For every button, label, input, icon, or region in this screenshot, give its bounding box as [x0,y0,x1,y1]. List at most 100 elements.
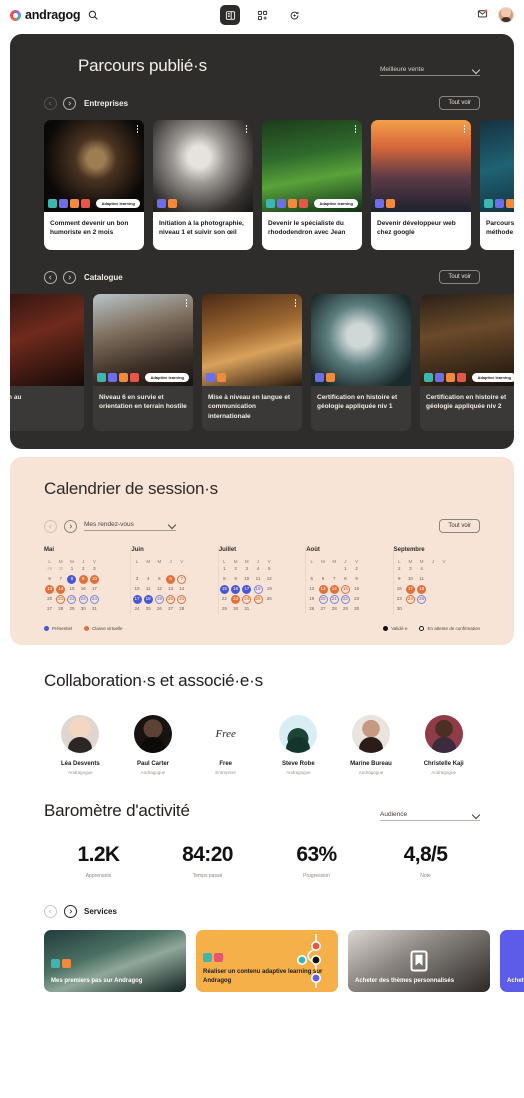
sort-select[interactable]: Meilleure vente [380,66,480,76]
calendar-day[interactable]: 31 [241,604,252,614]
see-all-entreprises[interactable]: Tout voir [439,96,480,110]
list-item[interactable]: Steve Robe Andragogue [262,715,335,775]
calendar-day[interactable]: 22 [66,594,77,604]
list-item[interactable]: Paul Carter Andragogue [117,715,190,775]
calendar-day[interactable]: 29 [340,604,351,614]
calendar-day[interactable]: 23 [230,594,241,604]
calendar-day[interactable]: 19 [264,584,275,594]
calendar-day[interactable]: 17 [241,584,252,594]
calendar-day[interactable]: 30 [55,564,66,574]
calendar-day[interactable]: 15 [340,584,351,594]
calendar-day[interactable]: 20 [317,594,328,604]
prev-arrow-entreprises[interactable] [44,96,57,110]
calendar-day[interactable]: 27 [44,604,55,614]
more-options-icon[interactable] [245,125,247,133]
calendar-day[interactable]: 16 [394,584,405,594]
course-card[interactable]: Adaptive learning Certification en histo… [420,294,514,432]
calendar-day[interactable]: 6 [165,574,176,584]
calendar-day[interactable]: 18 [143,594,154,604]
calendar-day[interactable]: 8 [340,574,351,584]
calendar-day[interactable]: 6 [317,574,328,584]
calendar-day[interactable]: 6 [44,574,55,584]
more-options-icon[interactable] [354,125,356,133]
calendar-day[interactable]: 17 [405,584,416,594]
library-icon[interactable] [220,5,240,25]
calendar-day[interactable]: 21 [329,594,340,604]
calendar-day[interactable]: 28 [55,604,66,614]
calendar-day[interactable]: 25 [416,594,427,604]
more-options-icon[interactable] [136,125,138,133]
calendar-day[interactable]: 29 [44,564,55,574]
calendar-day[interactable]: 30 [351,604,362,614]
card-rail-catalogue[interactable]: …ation au Adaptive learning Niveau 6 en … [10,294,514,432]
see-all-calendar[interactable]: Tout voir [439,519,480,534]
next-arrow-entreprises[interactable] [63,96,76,110]
list-item[interactable]: Christelle Kaji Andragogue [407,715,480,775]
calendar-day[interactable]: 27 [165,604,176,614]
prev-arrow-services[interactable] [44,905,57,919]
calendar-day[interactable]: 12 [306,584,317,594]
calendar-day[interactable]: 28 [176,604,187,614]
calendar-day[interactable]: 1 [340,564,351,574]
next-arrow-services[interactable] [64,905,77,919]
calendar-day[interactable]: 18 [252,584,263,594]
calendar-day[interactable]: 21 [55,594,66,604]
calendar-day[interactable]: 1 [66,564,77,574]
calendar-day[interactable]: 4 [416,564,427,574]
calendar-day[interactable]: 30 [394,604,405,614]
calendar-day[interactable]: 10 [89,574,100,584]
calendar-day[interactable]: 10 [405,574,416,584]
calendar-day[interactable]: 20 [165,594,176,604]
calendar-day[interactable]: 18 [416,584,427,594]
more-options-icon[interactable] [185,299,187,307]
calendar-day[interactable]: 19 [306,594,317,604]
service-card[interactable]: Acheter des thèmes personnalisés [348,930,490,993]
calendar-day[interactable]: 2 [78,564,89,574]
calendar-day[interactable]: 14 [55,584,66,594]
calendar-day[interactable]: 11 [416,574,427,584]
calendar-day[interactable]: 3 [241,564,252,574]
calendar-day[interactable]: 8 [219,574,230,584]
calendar-day[interactable]: 24 [131,604,142,614]
calendar-day[interactable]: 16 [78,584,89,594]
avatar[interactable] [498,7,514,23]
calendar-day[interactable]: 10 [241,574,252,584]
calendar-day[interactable]: 10 [131,584,142,594]
course-card[interactable]: Certification en histoire et géologie ap… [311,294,411,432]
calendar-day[interactable]: 2 [351,564,362,574]
calendar-day[interactable]: 31 [89,604,100,614]
calendar-day[interactable]: 14 [176,584,187,594]
mail-icon[interactable] [477,6,488,24]
calendar-day[interactable]: 2 [394,564,405,574]
calendar-day[interactable]: 19 [154,594,165,604]
calendar-day[interactable]: 24 [89,594,100,604]
qr-add-icon[interactable] [252,5,272,25]
calendar-day[interactable]: 17 [131,594,142,604]
calendar-day[interactable]: 9 [394,574,405,584]
calendar-day[interactable]: 13 [44,584,55,594]
calendar-day[interactable]: 9 [230,574,241,584]
calendar-day[interactable]: 21 [176,594,187,604]
next-arrow-calendar[interactable] [64,519,77,533]
calendar-day[interactable]: 3 [405,564,416,574]
calendar-day[interactable]: 30 [78,604,89,614]
calendar-day[interactable]: 20 [44,594,55,604]
calendar-day[interactable]: 24 [405,594,416,604]
calendar-day[interactable]: 23 [394,594,405,604]
service-card[interactable]: Réaliser un contenu adaptive learning su… [196,930,338,993]
calendar-day[interactable]: 16 [230,584,241,594]
calendar-day[interactable]: 13 [165,584,176,594]
list-item[interactable]: Marine Bureau Andragogue [335,715,408,775]
calendar-day[interactable]: 11 [252,574,263,584]
course-card[interactable]: Initiation à la photographie, niveau 1 e… [153,120,253,250]
course-card[interactable]: Adaptive learning Niveau 6 en survie et … [93,294,193,432]
next-arrow-catalogue[interactable] [63,270,76,284]
calendar-day[interactable]: 8 [66,574,77,584]
list-item[interactable]: Léa Desvents Andragogue [44,715,117,775]
calendar-day[interactable]: 25 [252,594,263,604]
calendar-day[interactable]: 23 [351,594,362,604]
calendar-day[interactable]: 4 [252,564,263,574]
calendar-day[interactable]: 26 [154,604,165,614]
calendar-day[interactable]: 17 [89,584,100,594]
course-card[interactable]: Mise à niveau en langue et communication… [202,294,302,432]
